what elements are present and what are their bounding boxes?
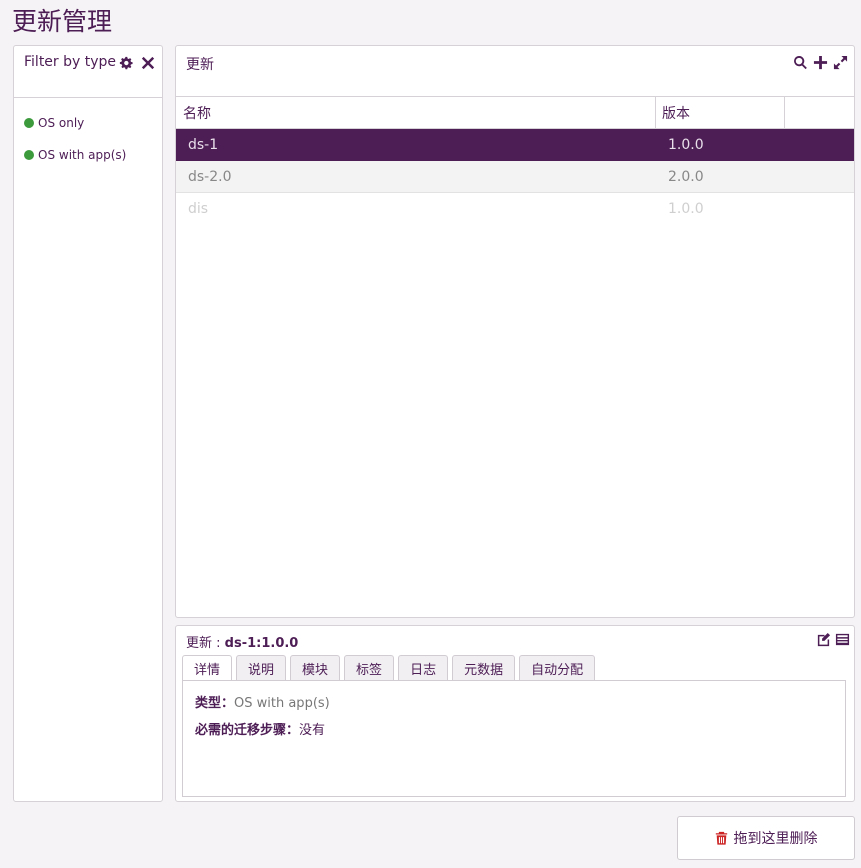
table-header: 名称 版本 [176,97,854,129]
cell-version: 2.0.0 [668,168,704,185]
status-dot-icon [24,150,34,160]
tab-description[interactable]: 说明 [236,655,287,680]
drag-to-delete-button[interactable]: 拖到这里删除 [677,816,855,860]
table-row[interactable]: dis 1.0.0 [176,193,854,225]
tab-content: 类型：OS with app(s) 必需的迁移步骤：没有 [182,680,846,797]
details-title: 更新 : ds-1:1.0.0 [186,632,298,651]
edit-icon[interactable] [816,632,831,647]
delete-drop-label: 拖到这里删除 [733,831,818,847]
updates-title: 更新 [186,57,214,73]
list-view-icon[interactable] [835,632,850,647]
tab-tags[interactable]: 标签 [344,655,395,680]
details-tabs: 详情 说明 模块 标签 日志 元数据 自动分配 [182,655,596,681]
tab-details[interactable]: 详情 [182,655,233,681]
filter-item-os-with-apps[interactable]: OS with app(s) [14,139,162,171]
detail-type-value: OS with app(s) [234,696,330,711]
detail-migration-label: 必需的迁移步骤： [195,723,300,738]
updates-header: 更新 [176,46,854,97]
table-row[interactable]: ds-1 1.0.0 [176,129,854,161]
filter-title: Filter by type [24,54,117,70]
filter-item-label: OS only [38,116,85,130]
tab-auto-assign[interactable]: 自动分配 [519,655,596,680]
filter-header: Filter by type [14,46,162,98]
cell-name: dis [188,201,209,217]
details-panel: 更新 : ds-1:1.0.0 详情 说明 模块 标签 日志 元数据 自动分配 … [175,625,855,802]
expand-icon[interactable] [833,55,848,70]
detail-type: 类型：OS with app(s) [195,692,330,711]
updates-panel: 更新 名称 版本 ds-1 1.0.0 ds-2.0 2.0.0 dis 1.0… [175,45,855,618]
column-header-name[interactable]: 名称 [176,97,656,128]
trash-icon [715,831,727,845]
cell-version: 1.0.0 [668,137,704,153]
filter-item-label: OS with app(s) [38,148,127,162]
search-icon[interactable] [793,55,808,70]
filter-list: OS only OS with app(s) [14,98,162,171]
gear-icon[interactable] [118,55,133,70]
tab-metadata[interactable]: 元数据 [452,655,516,680]
detail-migration-value: 没有 [299,723,326,738]
tab-modules[interactable]: 模块 [290,655,341,680]
status-dot-icon [24,118,34,128]
cell-name: ds-2.0 [188,168,232,185]
cell-name: ds-1 [188,137,219,153]
filter-by-type-panel: Filter by type OS only OS with app(s) [13,45,163,802]
page-title: 更新管理 [12,7,113,36]
close-icon[interactable] [140,55,155,70]
detail-type-label: 类型： [195,696,235,711]
cell-version: 1.0.0 [668,201,704,217]
details-title-prefix: 更新 : [186,636,225,651]
column-header-spacer [785,97,854,128]
tab-logs[interactable]: 日志 [398,655,449,680]
filter-item-os-only[interactable]: OS only [14,107,162,139]
details-title-value: ds-1:1.0.0 [224,636,299,651]
detail-migration: 必需的迁移步骤：没有 [195,719,325,738]
table-row[interactable]: ds-2.0 2.0.0 [176,161,854,193]
column-header-version[interactable]: 版本 [656,97,785,128]
add-icon[interactable] [813,55,828,70]
